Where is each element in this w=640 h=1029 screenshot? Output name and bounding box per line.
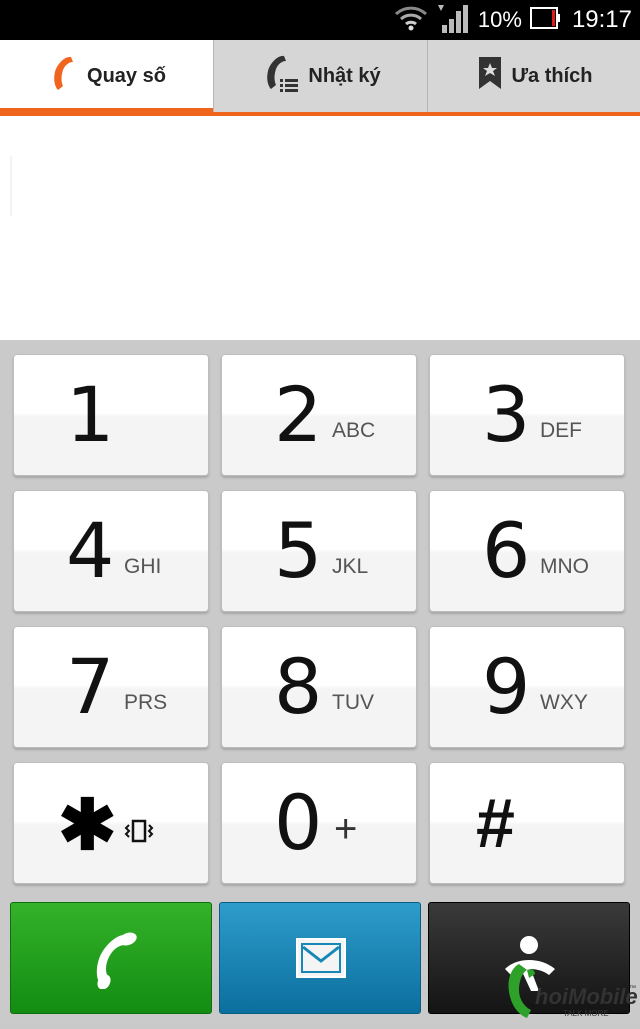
key-3[interactable]: 3 DEF	[429, 354, 625, 476]
clock: 19:17	[571, 6, 632, 33]
tab-bar: Quay số Nhật ký Ưa thích	[0, 40, 640, 116]
wifi-icon	[394, 4, 428, 37]
key-digit: #	[476, 784, 515, 862]
key-digit: 9	[482, 642, 531, 731]
message-button[interactable]	[219, 902, 421, 1014]
key-8[interactable]: 8 TUV	[221, 626, 417, 748]
tab-call-log[interactable]: Nhật ký	[214, 40, 428, 112]
key-letters: ABC	[332, 419, 376, 442]
battery-icon	[529, 6, 560, 35]
key-0[interactable]: 0 +	[221, 762, 417, 884]
signal-icon	[436, 1, 470, 40]
call-log-icon	[260, 53, 300, 99]
key-2[interactable]: 2 ABC	[221, 354, 417, 476]
key-letters: JKL	[332, 555, 369, 578]
watermark-logo: hoiMobile ™ TALK MORE	[505, 960, 638, 1029]
tab-label: Quay số	[87, 64, 166, 87]
key-letters: WXY	[540, 691, 588, 714]
key-9[interactable]: 9 WXY	[429, 626, 625, 748]
key-star[interactable]: ✱	[13, 762, 209, 884]
key-digit: 3	[482, 370, 531, 459]
tab-label: Ưa thích	[511, 64, 593, 87]
key-digit: 2	[274, 370, 323, 459]
key-6[interactable]: 6 MNO	[429, 490, 625, 612]
key-letters: DEF	[540, 419, 582, 442]
key-digit: 8	[274, 642, 323, 731]
battery-percent: 10%	[477, 7, 522, 32]
key-digit: 6	[482, 506, 531, 595]
phone-icon	[47, 54, 79, 98]
key-digit: ✱	[58, 786, 117, 864]
tab-dialer[interactable]: Quay số	[0, 40, 214, 112]
bookmark-star-icon	[477, 55, 503, 97]
status-icons: 10% 19:17	[394, 0, 632, 40]
key-letters: +	[334, 807, 358, 851]
status-bar: 10% 19:17	[0, 0, 640, 40]
key-digit: 1	[66, 370, 115, 459]
key-digit: 5	[274, 506, 323, 595]
dialpad: 1 2 ABC 3 DEF 4 GHI 5 JKL 6 MNO 7 PRS 8 …	[0, 340, 640, 892]
key-letters: PRS	[124, 691, 168, 714]
key-letters: MNO	[540, 555, 589, 578]
key-digit: 7	[66, 642, 115, 731]
tab-label: Nhật ký	[308, 64, 381, 87]
watermark-tm: ™	[629, 985, 636, 992]
text-cursor	[10, 156, 12, 216]
tab-favorites[interactable]: Ưa thích	[428, 40, 640, 112]
key-letters: GHI	[124, 555, 162, 578]
key-4[interactable]: 4 GHI	[13, 490, 209, 612]
vibrate-icon	[122, 819, 156, 848]
key-1[interactable]: 1	[13, 354, 209, 476]
watermark-brand: hoiMobile	[535, 984, 637, 1009]
call-button[interactable]	[10, 902, 212, 1014]
key-hash[interactable]: #	[429, 762, 625, 884]
key-letters: TUV	[332, 691, 374, 714]
key-digit: 4	[66, 506, 115, 595]
key-5[interactable]: 5 JKL	[221, 490, 417, 612]
dialed-number-field[interactable]	[0, 116, 640, 340]
watermark-tagline: TALK MORE	[563, 1009, 609, 1018]
key-7[interactable]: 7 PRS	[13, 626, 209, 748]
key-digit: 0	[274, 778, 323, 867]
